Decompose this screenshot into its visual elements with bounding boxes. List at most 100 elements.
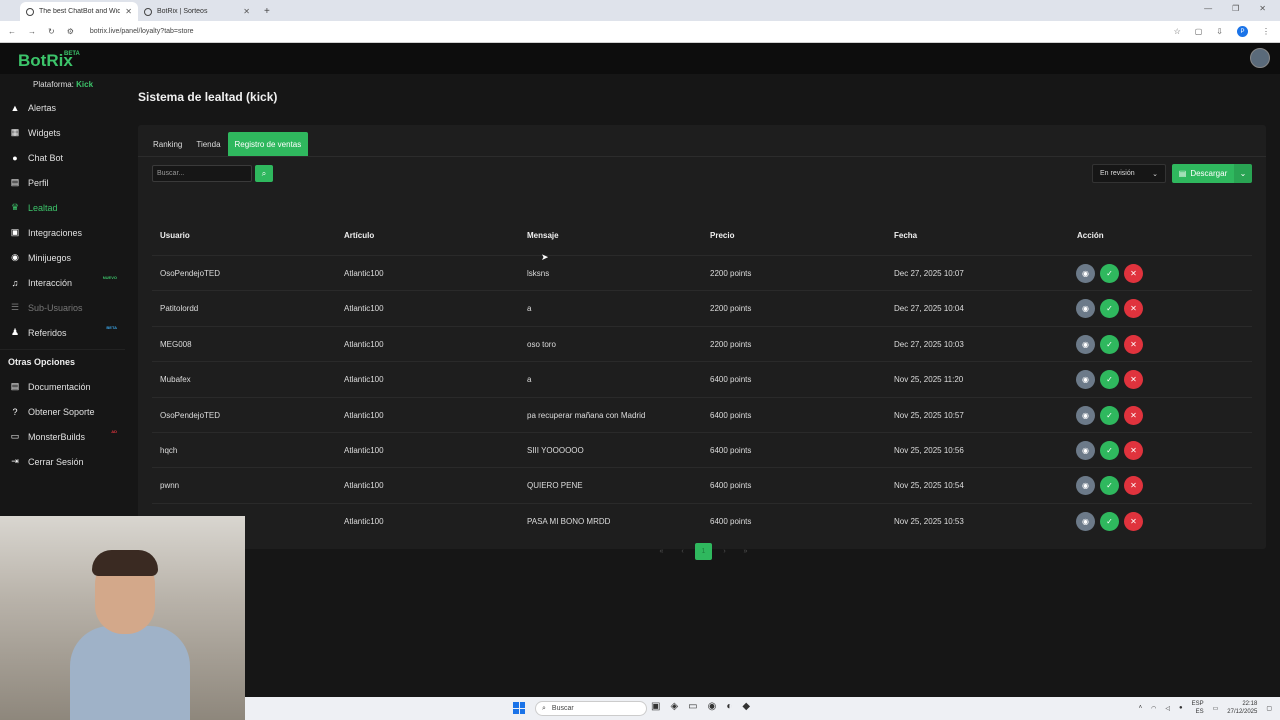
- prev-page-button[interactable]: ‹: [674, 543, 691, 560]
- extensions-icon[interactable]: ▢: [1195, 27, 1203, 36]
- sidebar-item-interaccion[interactable]: ♫ Interacción NUEVO: [0, 270, 125, 295]
- notifications-icon[interactable]: ▢: [1266, 705, 1272, 712]
- approve-button[interactable]: ✓: [1100, 511, 1119, 531]
- sidebar-item-cerrar-sesion[interactable]: ⇥ Cerrar Sesión: [0, 449, 125, 474]
- sidebar-item-chat-bot[interactable]: ● Chat Bot: [0, 145, 125, 170]
- file-explorer-icon[interactable]: ▣: [651, 701, 660, 712]
- approve-button[interactable]: ✓: [1100, 334, 1119, 354]
- sidebar-item-lealtad[interactable]: ♛ Lealtad: [0, 195, 125, 220]
- sidebar-item-integraciones[interactable]: ▣ Integraciones: [0, 220, 125, 245]
- cell-usuario: Patitolordd: [160, 304, 199, 314]
- user-avatar[interactable]: [1250, 48, 1270, 68]
- header-precio[interactable]: Precio: [710, 231, 734, 240]
- header-fecha[interactable]: Fecha: [894, 231, 917, 240]
- wifi-icon[interactable]: ◠: [1151, 705, 1156, 712]
- close-window-icon[interactable]: ✕: [1259, 4, 1266, 13]
- new-tab-icon[interactable]: +: [264, 6, 270, 17]
- tray-chevron-icon[interactable]: ˄: [1139, 705, 1143, 711]
- status-filter-select[interactable]: En revisión ⌄: [1092, 164, 1166, 183]
- profile-avatar-icon[interactable]: P: [1237, 26, 1248, 37]
- view-button[interactable]: ◉: [1076, 405, 1095, 425]
- first-page-button[interactable]: «: [653, 543, 670, 560]
- reject-button[interactable]: ✕: [1124, 405, 1143, 425]
- approve-button[interactable]: ✓: [1100, 476, 1119, 496]
- cell-fecha: Nov 25, 2025 10:54: [894, 481, 964, 491]
- view-button[interactable]: ◉: [1076, 334, 1095, 354]
- sidebar-item-minijuegos[interactable]: ◉ Minijuegos: [0, 245, 125, 270]
- app-icon[interactable]: ◆: [742, 701, 750, 712]
- view-button[interactable]: ◉: [1076, 264, 1095, 283]
- tab-tienda[interactable]: Tienda: [189, 132, 227, 156]
- copilot-icon[interactable]: ◈: [670, 701, 678, 712]
- sidebar-item-soporte[interactable]: ? Obtener Soporte: [0, 399, 125, 424]
- download-options-button[interactable]: ⌄: [1234, 164, 1252, 183]
- chrome-icon[interactable]: ◉: [708, 701, 717, 712]
- search-input[interactable]: [152, 165, 252, 182]
- browser-tab-title: The best ChatBot and Widgets: [39, 8, 121, 15]
- minimize-icon[interactable]: —: [1204, 4, 1212, 13]
- reject-button[interactable]: ✕: [1124, 299, 1143, 319]
- header-mensaje[interactable]: Mensaje: [527, 231, 559, 240]
- reject-button[interactable]: ✕: [1124, 264, 1143, 283]
- site-info-icon[interactable]: ⚙: [67, 27, 74, 36]
- view-button[interactable]: ◉: [1076, 299, 1095, 319]
- folder-icon[interactable]: ▭: [688, 701, 697, 712]
- back-icon[interactable]: ←: [8, 27, 16, 36]
- header-usuario[interactable]: Usuario: [160, 231, 190, 240]
- sidebar-item-referidos[interactable]: ♟ Referidos BETA: [0, 320, 125, 345]
- approve-button[interactable]: ✓: [1100, 370, 1119, 390]
- search-button[interactable]: ⌕: [255, 165, 273, 182]
- panel-tabs: Ranking Tienda Registro de ventas: [146, 132, 309, 156]
- view-button[interactable]: ◉: [1076, 440, 1095, 460]
- view-button[interactable]: ◉: [1076, 511, 1095, 531]
- language-indicator[interactable]: ESP ES: [1192, 700, 1204, 716]
- approve-button[interactable]: ✓: [1100, 299, 1119, 319]
- download-button[interactable]: ▤ Descargar: [1172, 164, 1234, 183]
- bookmark-star-icon[interactable]: ☆: [1174, 27, 1181, 36]
- browser-tab-1[interactable]: The best ChatBot and Widgets ✕: [20, 2, 138, 21]
- integrations-icon: ▣: [10, 227, 20, 237]
- clock[interactable]: 22:18 27/12/2025: [1227, 700, 1257, 716]
- view-button[interactable]: ◉: [1076, 370, 1095, 390]
- sidebar-item-documentacion[interactable]: ▤ Documentación: [0, 374, 125, 399]
- reject-button[interactable]: ✕: [1124, 511, 1143, 531]
- network-icon[interactable]: ▭: [1213, 705, 1219, 712]
- approve-button[interactable]: ✓: [1100, 405, 1119, 425]
- reload-icon[interactable]: ↻: [48, 27, 55, 36]
- tab-ranking[interactable]: Ranking: [146, 132, 189, 156]
- volume-icon[interactable]: ◁: [1165, 705, 1170, 712]
- forward-icon[interactable]: →: [28, 27, 36, 36]
- mic-icon[interactable]: ●: [1179, 705, 1183, 711]
- approve-button[interactable]: ✓: [1100, 264, 1119, 283]
- menu-kebab-icon[interactable]: ⋮: [1262, 27, 1270, 36]
- sidebar-item-monsterbuilds[interactable]: ▭ MonsterBuilds AD: [0, 424, 125, 449]
- cell-mensaje: QUIERO PENE: [527, 481, 583, 491]
- view-button[interactable]: ◉: [1076, 476, 1095, 496]
- sidebar-item-perfil[interactable]: ▤ Perfil: [0, 170, 125, 195]
- windows-start-icon[interactable]: [513, 702, 525, 714]
- page-1-button[interactable]: 1: [695, 543, 712, 560]
- downloads-icon[interactable]: ⇩: [1216, 27, 1223, 36]
- close-icon: ✕: [1130, 375, 1137, 385]
- close-icon[interactable]: ✕: [125, 7, 132, 16]
- cell-fecha: Nov 25, 2025 10:56: [894, 445, 964, 455]
- browser-tab-2[interactable]: BotRix | Sorteos ✕: [138, 2, 256, 21]
- approve-button[interactable]: ✓: [1100, 440, 1119, 460]
- next-page-button[interactable]: ›: [716, 543, 733, 560]
- tab-registro-de-ventas[interactable]: Registro de ventas: [227, 132, 309, 156]
- row-actions: ◉ ✓ ✕: [1076, 405, 1143, 425]
- discord-icon[interactable]: ◐: [726, 701, 732, 712]
- address-bar: ← → ↻ ⚙ botrix.live/panel/loyalty?tab=st…: [0, 21, 1280, 43]
- close-icon[interactable]: ✕: [243, 7, 250, 16]
- sidebar-item-widgets[interactable]: ▦ Widgets: [0, 120, 125, 145]
- reject-button[interactable]: ✕: [1124, 370, 1143, 390]
- header-articulo[interactable]: Artículo: [344, 231, 374, 240]
- last-page-button[interactable]: »: [737, 543, 754, 560]
- sidebar-item-alertas[interactable]: ▲ Alertas: [0, 95, 125, 120]
- url-text[interactable]: botrix.live/panel/loyalty?tab=store: [90, 28, 194, 35]
- reject-button[interactable]: ✕: [1124, 476, 1143, 496]
- reject-button[interactable]: ✕: [1124, 440, 1143, 460]
- taskbar-search[interactable]: ⌕ Buscar: [535, 701, 647, 716]
- reject-button[interactable]: ✕: [1124, 334, 1143, 354]
- maximize-icon[interactable]: ❐: [1232, 4, 1239, 13]
